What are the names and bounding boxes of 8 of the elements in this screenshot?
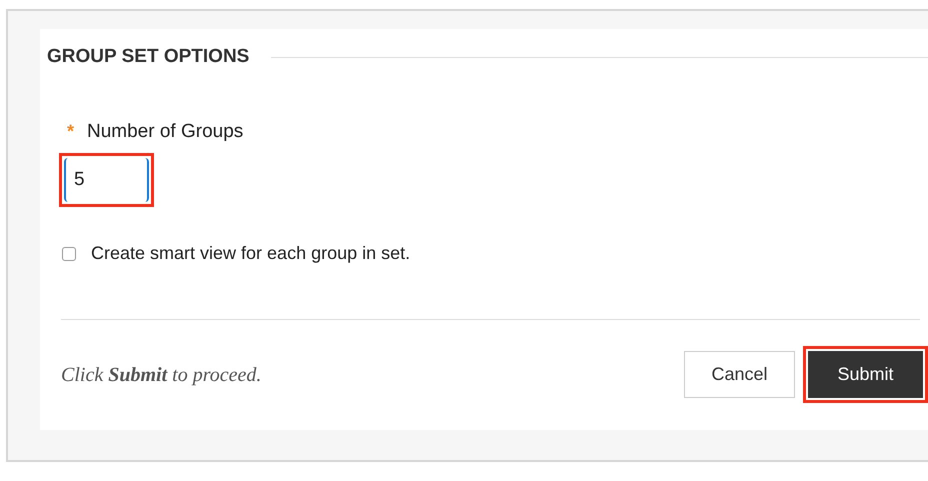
checkbox[interactable] [62, 246, 76, 260]
checkbox-label: Create smart view for each group in set. [91, 242, 410, 265]
instruction-text: Click Submit to proceed. [61, 362, 262, 388]
field-label: Number of Groups [87, 120, 244, 144]
required-mark: * [66, 120, 76, 144]
number-field[interactable]: 5 [59, 153, 154, 207]
section-title: GROUP SET OPTIONS [47, 45, 250, 69]
submit-button[interactable]: Submit [803, 346, 928, 403]
